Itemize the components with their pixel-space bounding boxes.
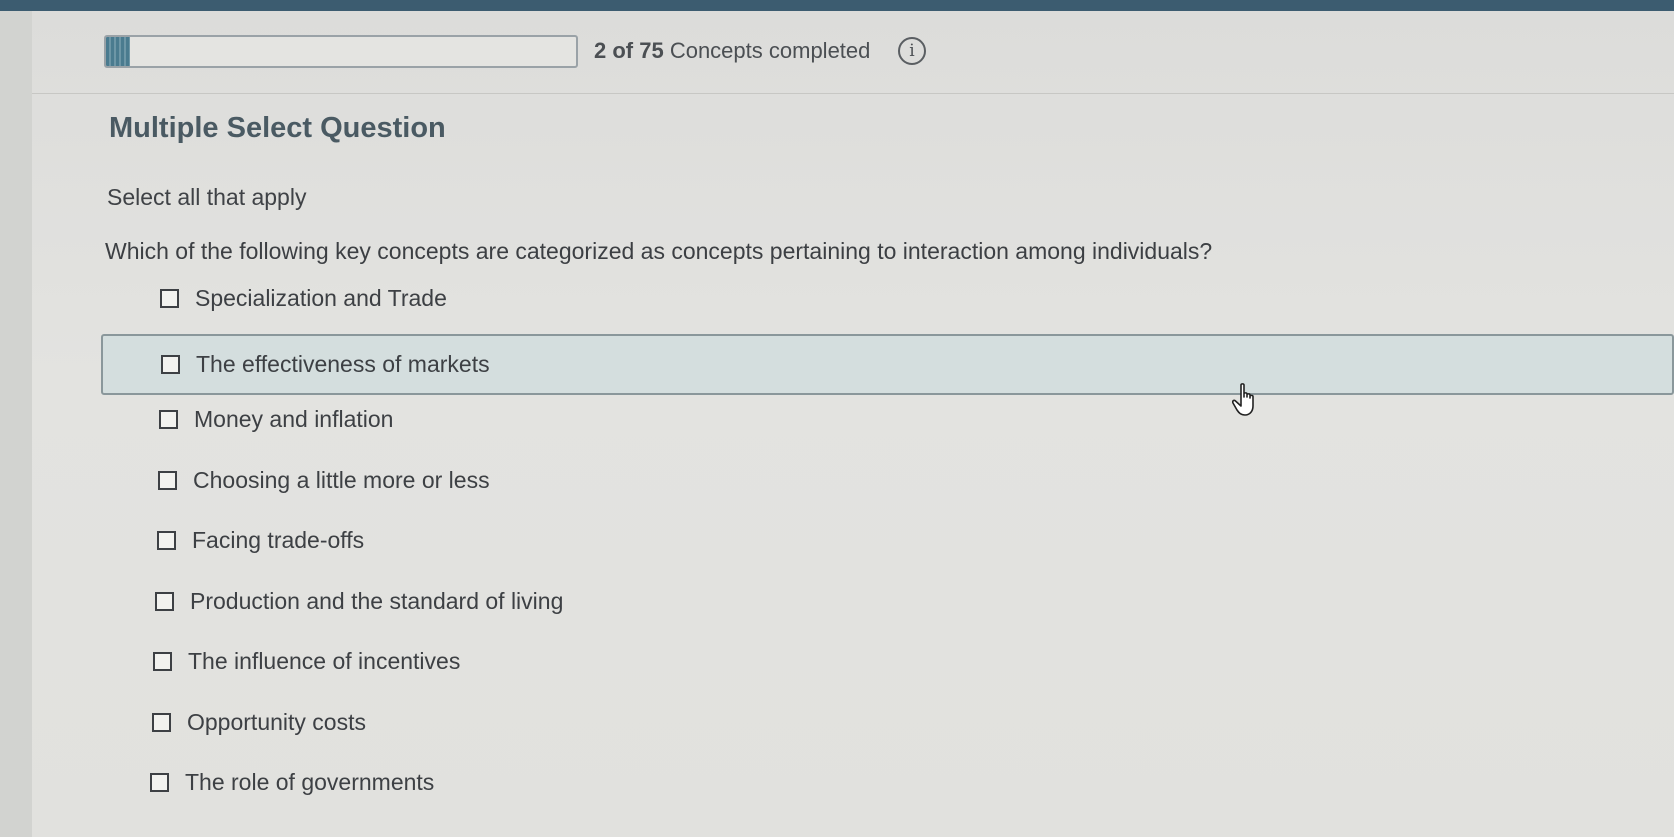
checkbox[interactable]	[161, 355, 180, 374]
answer-option[interactable]: Money and inflation	[159, 395, 393, 443]
option-label: Opportunity costs	[187, 708, 366, 735]
left-gutter	[0, 11, 32, 837]
option-label: The influence of incentives	[188, 647, 461, 674]
option-label: Production and the standard of living	[190, 587, 564, 614]
checkbox[interactable]	[152, 712, 171, 732]
progress-status: 2 of 75 Concepts completed	[594, 38, 870, 64]
option-label: Specialization and Trade	[195, 284, 447, 311]
option-label: Money and inflation	[194, 405, 394, 432]
answer-option[interactable]: Choosing a little more or less	[158, 456, 490, 504]
checkbox[interactable]	[153, 651, 172, 671]
answer-option[interactable]: Opportunity costs	[152, 698, 366, 746]
checkbox[interactable]	[157, 530, 176, 550]
checkbox[interactable]	[158, 470, 177, 490]
answer-option[interactable]: Specialization and Trade	[160, 274, 447, 322]
checkbox[interactable]	[160, 288, 179, 308]
option-label: Facing trade-offs	[192, 526, 365, 553]
answer-option-hovered[interactable]: The effectiveness of markets	[101, 334, 1674, 395]
answer-option[interactable]: Facing trade-offs	[157, 516, 364, 564]
progress-bar	[104, 35, 578, 68]
info-icon[interactable]: i	[898, 37, 926, 65]
option-label: Choosing a little more or less	[193, 466, 490, 493]
question-type-heading: Multiple Select Question	[109, 112, 446, 144]
checkbox[interactable]	[155, 591, 174, 611]
option-label: The effectiveness of markets	[196, 351, 490, 377]
top-header-strip	[0, 0, 1674, 11]
hand-pointer-icon	[1232, 383, 1254, 416]
answer-option[interactable]: The influence of incentives	[153, 637, 460, 685]
progress-suffix: Concepts completed	[669, 38, 871, 63]
question-instruction: Select all that apply	[107, 184, 307, 210]
checkbox[interactable]	[159, 409, 178, 429]
question-prompt: Which of the following key concepts are …	[105, 238, 1213, 264]
option-label: The role of governments	[185, 768, 435, 795]
answer-option[interactable]: The role of governments	[150, 758, 434, 806]
checkbox[interactable]	[150, 772, 169, 792]
progress-bar-fill	[106, 37, 130, 66]
progress-count: 2 of 75	[594, 38, 664, 63]
answer-option[interactable]: Production and the standard of living	[155, 577, 563, 625]
